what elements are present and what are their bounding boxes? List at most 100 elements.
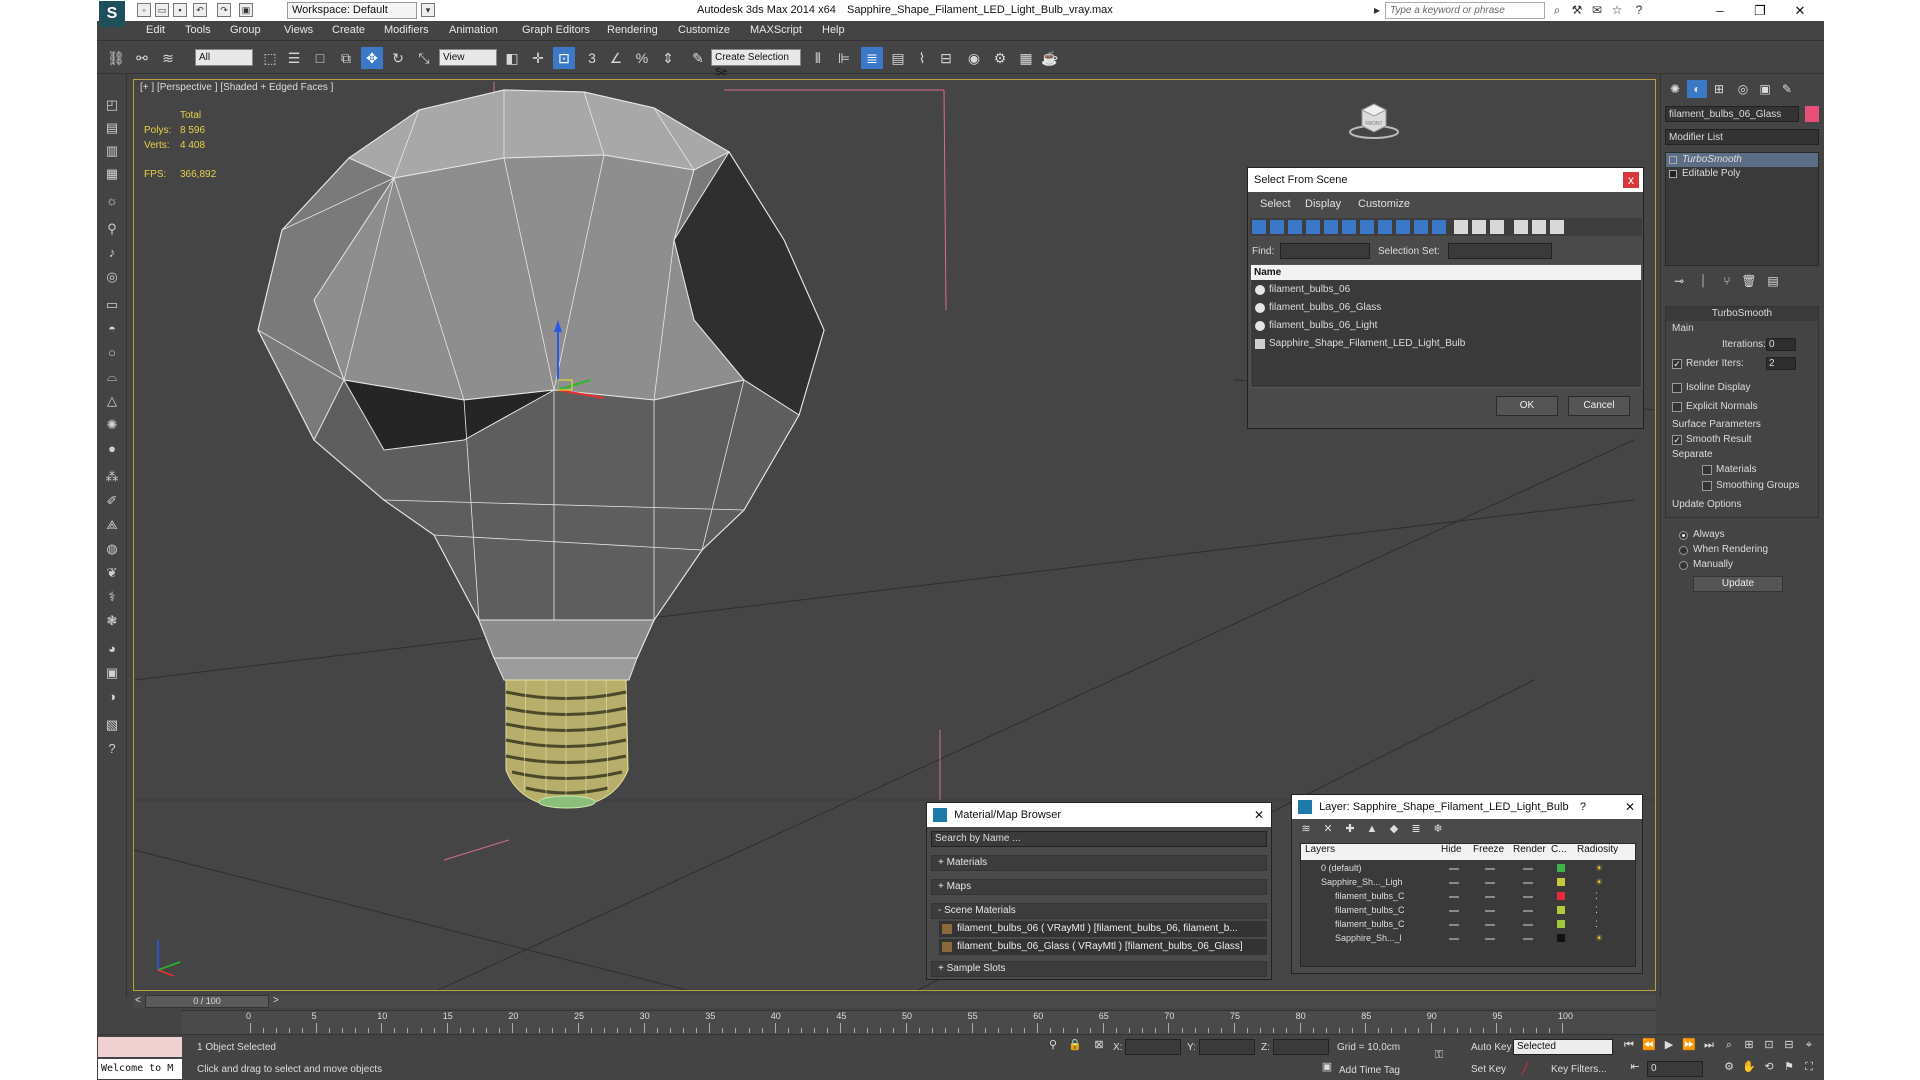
display-tab-icon[interactable]: ▣ — [1755, 80, 1775, 98]
hierarchy-view-icon[interactable] — [1532, 220, 1546, 234]
materials-section[interactable]: + Materials — [931, 855, 1267, 871]
isoline-display-checkbox[interactable] — [1672, 383, 1682, 393]
layer-color-swatch[interactable] — [1557, 864, 1565, 872]
time-slider[interactable]: 0 / 100 — [145, 995, 269, 1008]
orbit-icon[interactable]: ⟲ — [1761, 1059, 1777, 1075]
layer-color-swatch[interactable] — [1557, 878, 1565, 886]
close-icon[interactable]: x — [1623, 172, 1639, 188]
layer-titlebar[interactable]: Layer: Sapphire_Shape_Filament_LED_Light… — [1292, 795, 1642, 819]
teapot-icon[interactable]: ⌓ — [102, 368, 122, 386]
x-coordinate-field[interactable] — [1125, 1039, 1181, 1055]
go-to-start-icon[interactable]: ⏮ — [1621, 1037, 1637, 1053]
stack-item-turbosmooth[interactable]: TurboSmooth — [1666, 153, 1818, 167]
window-crossing-icon[interactable]: ⧉ — [335, 47, 357, 69]
smooth-result-checkbox[interactable]: ✓ — [1672, 435, 1682, 445]
dialog-menu-customize[interactable]: Customize — [1358, 198, 1410, 210]
map-icon[interactable]: ▣ — [102, 664, 122, 682]
rect-region-icon[interactable]: □ — [309, 47, 331, 69]
stack-item-editable-poly[interactable]: Editable Poly — [1666, 167, 1818, 181]
close-window-icon[interactable]: ✕ — [1780, 0, 1820, 21]
container-icon[interactable]: ◰ — [102, 96, 122, 114]
communication-icon[interactable]: ✉ — [1589, 3, 1605, 18]
open-file-icon[interactable]: ▭ — [155, 3, 169, 17]
time-prev-button[interactable]: < — [135, 995, 141, 1006]
rendered-frame-icon[interactable]: ▦ — [1015, 47, 1037, 69]
scene-materials-section[interactable]: - Scene Materials — [931, 903, 1267, 919]
hierarchy-tab-icon[interactable]: ⊞ — [1709, 80, 1729, 98]
table-row[interactable]: filament_bulbs_C ⁚ — [1301, 903, 1635, 917]
filter-cameras-icon[interactable] — [1306, 220, 1320, 234]
selection-filter-select[interactable]: All — [195, 49, 253, 66]
select-object-icon[interactable]: ⬚ — [259, 47, 281, 69]
when-rendering-radio[interactable] — [1679, 546, 1688, 555]
modifier-list-dropdown[interactable]: Modifier List — [1665, 129, 1819, 145]
menu-tools[interactable]: Tools — [185, 24, 211, 36]
particles-icon[interactable]: ⁂ — [102, 468, 122, 486]
key-filters-button[interactable]: Key Filters... — [1551, 1064, 1607, 1075]
menu-views[interactable]: Views — [284, 24, 313, 36]
render-production-icon[interactable]: ☕ — [1039, 47, 1061, 69]
pyramid-icon[interactable]: ⟁ — [102, 516, 122, 534]
render-iters-spinner[interactable]: 2 — [1766, 357, 1796, 370]
layer-stack-icon[interactable]: ≋ — [1298, 821, 1314, 837]
col-render[interactable]: Render — [1513, 844, 1546, 855]
shaded-sphere-icon[interactable]: ● — [102, 440, 122, 458]
select-all-icon[interactable] — [1454, 220, 1468, 234]
layer-color-swatch[interactable] — [1557, 906, 1565, 914]
maximize-icon[interactable]: ❐ — [1740, 0, 1780, 21]
menu-modifiers[interactable]: Modifiers — [384, 24, 429, 36]
project-folder-icon[interactable]: ▣ — [239, 3, 253, 17]
binoculars-icon[interactable]: ⌕ — [1549, 3, 1565, 18]
table-row[interactable]: 0 (default) ☀ — [1301, 861, 1635, 875]
bulb-toggle-icon[interactable] — [1669, 156, 1677, 164]
viewcube-icon[interactable]: FRONT — [1349, 98, 1399, 140]
smoothing-groups-checkbox[interactable] — [1702, 481, 1712, 491]
table-row[interactable]: filament_bulbs_C ⁚ — [1301, 889, 1635, 903]
list-item[interactable]: filament_bulbs_06_Light — [1251, 317, 1643, 335]
render-iters-checkbox[interactable]: ✓ — [1672, 359, 1682, 369]
select-rotate-icon[interactable]: ↻ — [387, 47, 409, 69]
link-icon[interactable]: ⛓ — [105, 47, 127, 69]
name-column-header[interactable]: Name — [1251, 265, 1641, 280]
sample-slots-section[interactable]: + Sample Slots — [931, 961, 1267, 977]
explicit-normals-checkbox[interactable] — [1672, 402, 1682, 412]
layer-manager-icon[interactable]: ≣ — [861, 47, 883, 69]
search-arrow-icon[interactable]: ▸ — [1369, 3, 1385, 18]
filter-frozen-icon[interactable] — [1432, 220, 1446, 234]
reference-coord-select[interactable]: View — [439, 49, 497, 66]
prev-frame-icon[interactable]: ⏪ — [1641, 1037, 1657, 1053]
modify-tab-icon[interactable]: ◐ — [1687, 80, 1707, 98]
lock-selection-icon[interactable]: 🔒 — [1067, 1037, 1083, 1053]
absolute-mode-icon[interactable]: ⊠ — [1091, 1037, 1107, 1053]
key-icon[interactable]: ⚿ — [1431, 1047, 1447, 1063]
spinner-snap-icon[interactable]: ⇕ — [657, 47, 679, 69]
select-in-layer-icon[interactable]: ▲ — [1364, 821, 1380, 837]
key-mode-icon[interactable]: ⇤ — [1627, 1059, 1643, 1075]
col-freeze[interactable]: Freeze — [1473, 844, 1504, 855]
menu-animation[interactable]: Animation — [449, 24, 498, 36]
biped-icon[interactable]: ⚲ — [102, 220, 122, 238]
go-to-end-icon[interactable]: ⏭ — [1701, 1037, 1717, 1053]
close-icon[interactable]: ✕ — [1622, 799, 1638, 815]
layer-color-swatch[interactable] — [1557, 934, 1565, 942]
default-in-out-tangent-icon[interactable]: ╱ — [1517, 1061, 1533, 1077]
bind-spacewarp-icon[interactable]: ≋ — [157, 47, 179, 69]
walk-through-icon[interactable]: ⚑ — [1781, 1059, 1797, 1075]
select-scale-icon[interactable]: ⤡ — [413, 47, 435, 69]
next-frame-icon[interactable]: ⏩ — [1681, 1037, 1697, 1053]
save-file-icon[interactable]: ▪ — [173, 3, 187, 17]
ok-button[interactable]: OK — [1496, 396, 1558, 416]
sort-icon[interactable] — [1550, 220, 1564, 234]
dialog-menu-select[interactable]: Select — [1260, 198, 1291, 210]
material-editor-icon[interactable]: ◉ — [963, 47, 985, 69]
selection-set-dropdown[interactable] — [1448, 243, 1552, 259]
maximize-viewport-icon[interactable]: ⛶ — [1801, 1059, 1817, 1075]
menu-create[interactable]: Create — [332, 24, 365, 36]
select-move-icon[interactable]: ✥ — [361, 47, 383, 69]
modifier-stack[interactable]: TurboSmooth Editable Poly — [1665, 152, 1819, 266]
rollout-title[interactable]: TurboSmooth — [1666, 307, 1818, 321]
filter-funnel-icon[interactable] — [1514, 220, 1528, 234]
bulb-screw-base[interactable] — [505, 679, 629, 809]
filter-shapes-icon[interactable] — [1270, 220, 1284, 234]
sound-icon[interactable]: ♪ — [102, 244, 122, 262]
